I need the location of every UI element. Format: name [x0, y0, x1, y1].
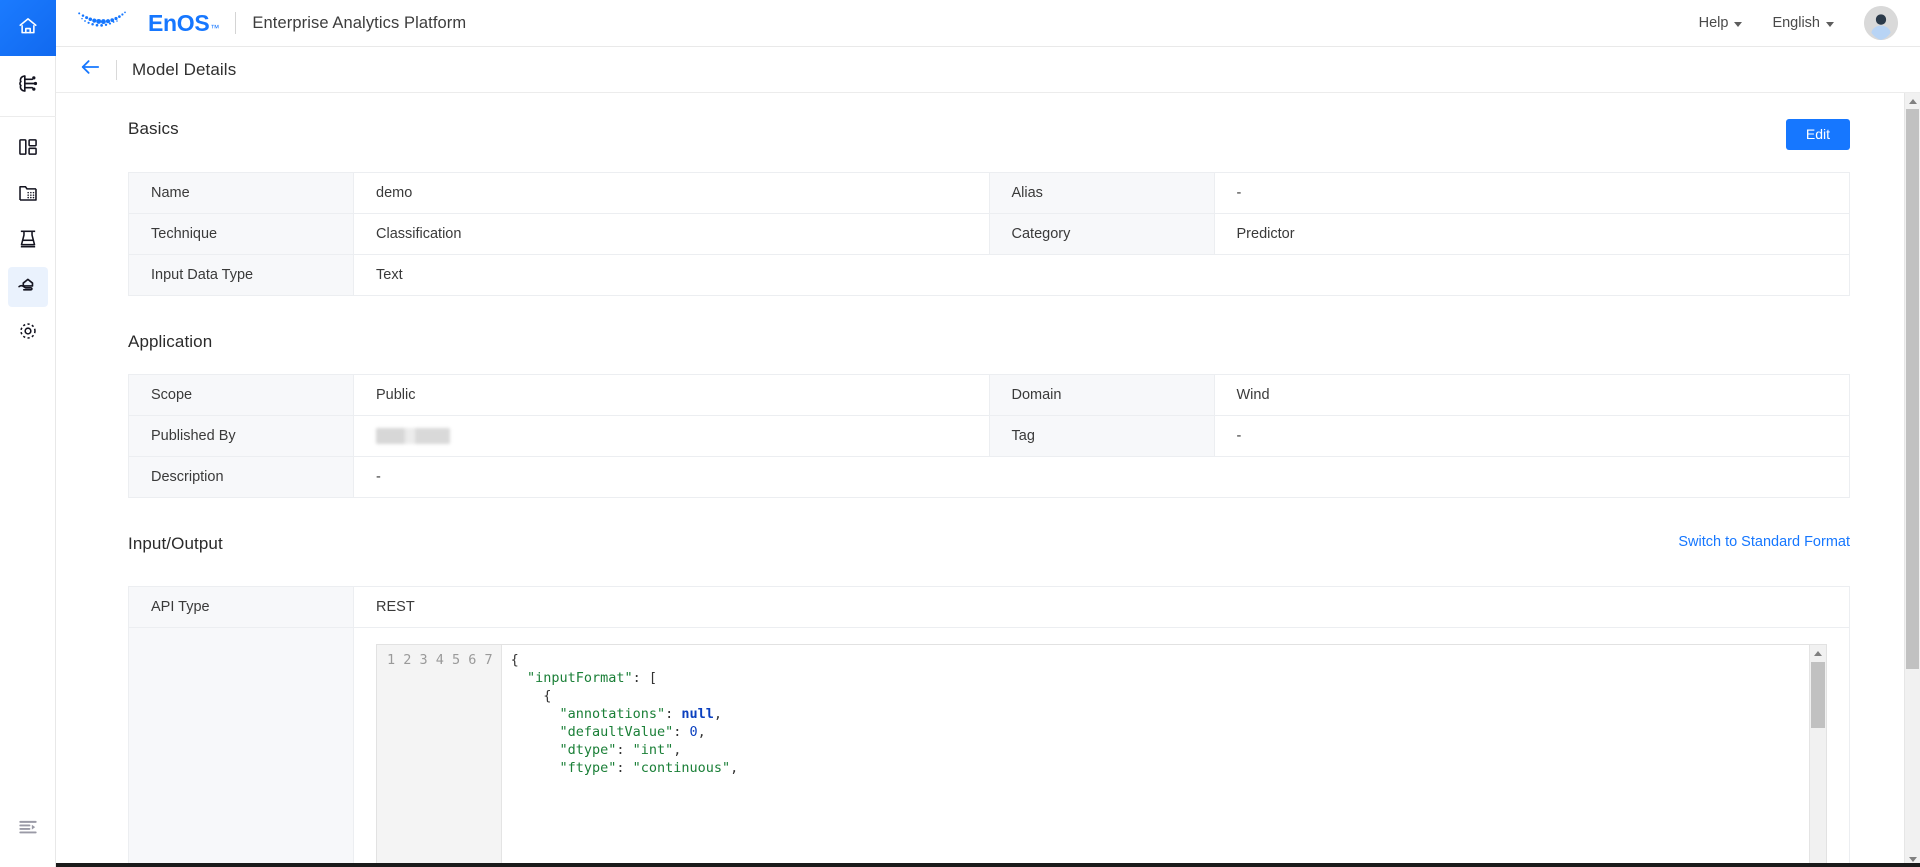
flask-icon — [17, 228, 39, 255]
basics-label-category: Category — [989, 214, 1214, 255]
input-output-section-header: Input/Output Switch to Standard Format — [128, 534, 1850, 564]
code-cell: 1 2 3 4 5 6 7 { "inputFormat": [ { "anno… — [354, 628, 1850, 867]
left-nav-rail — [0, 0, 56, 867]
basics-label-technique: Technique — [129, 214, 354, 255]
home-icon — [17, 15, 39, 42]
basics-value-name: demo — [354, 173, 990, 214]
basics-label-alias: Alias — [989, 173, 1214, 214]
table-row: Description - — [129, 457, 1850, 498]
main-column: EnOS ™ Enterprise Analytics Platform Hel… — [56, 0, 1920, 867]
application-value-scope: Public — [354, 375, 990, 416]
body-wrapper: Basics Edit Name demo Alias - — [56, 93, 1920, 867]
application-label-description: Description — [129, 457, 354, 498]
bottom-edge — [0, 863, 1920, 867]
switch-to-standard-format-link[interactable]: Switch to Standard Format — [1678, 534, 1850, 550]
collapse-sidebar-icon — [17, 816, 39, 843]
language-label: English — [1772, 15, 1820, 31]
basics-label-input-data-type: Input Data Type — [129, 255, 354, 296]
collapse-sidebar-button[interactable] — [8, 809, 48, 849]
application-title: Application — [128, 332, 1850, 352]
sidebar-item-data-folder[interactable] — [8, 175, 48, 215]
redacted-value — [376, 428, 450, 444]
code-scrollbar[interactable] — [1809, 645, 1826, 867]
sidebar-item-home[interactable] — [0, 0, 56, 56]
page-scrollbar[interactable] — [1904, 93, 1920, 867]
page-header-divider — [116, 60, 117, 80]
page-title: Model Details — [132, 60, 236, 80]
chevron-down-icon — [1734, 22, 1742, 27]
sidebar-item-model-serving[interactable] — [8, 267, 48, 307]
input-output-title: Input/Output — [128, 534, 223, 554]
basics-section-header: Basics Edit — [128, 119, 1850, 150]
enos-logo-icon — [76, 8, 138, 39]
dashboard-icon — [17, 136, 39, 163]
application-value-domain: Wind — [1214, 375, 1850, 416]
sidebar-item-settings[interactable] — [8, 313, 48, 353]
edit-button[interactable]: Edit — [1786, 119, 1850, 150]
sidebar-divider — [0, 116, 56, 117]
table-row: Scope Public Domain Wind — [129, 375, 1850, 416]
top-bar: EnOS ™ Enterprise Analytics Platform Hel… — [56, 0, 1920, 47]
application-value-tag: - — [1214, 416, 1850, 457]
basics-table: Name demo Alias - Technique Classificati… — [128, 172, 1850, 296]
brand-divider — [235, 12, 236, 34]
scroll-content: Basics Edit Name demo Alias - — [56, 93, 1904, 867]
page-scrollbar-thumb[interactable] — [1906, 109, 1919, 669]
basics-title: Basics — [128, 119, 179, 139]
sidebar-items — [0, 66, 55, 353]
product-name: Enterprise Analytics Platform — [252, 14, 466, 33]
brand-name-en: EnOS — [148, 10, 209, 37]
triangle-down-icon — [1909, 857, 1917, 862]
application-table: Scope Public Domain Wind Published By — [128, 374, 1850, 498]
avatar[interactable] — [1864, 6, 1898, 40]
language-menu[interactable]: English — [1772, 15, 1834, 31]
triangle-up-icon — [1909, 99, 1917, 104]
brand-trademark: ™ — [210, 23, 219, 33]
table-row: Technique Classification Category Predic… — [129, 214, 1850, 255]
basics-value-technique: Classification — [354, 214, 990, 255]
application-label-domain: Domain — [989, 375, 1214, 416]
table-row: 1 2 3 4 5 6 7 { "inputFormat": [ { "anno… — [129, 628, 1850, 867]
sidebar-item-lab[interactable] — [8, 221, 48, 261]
app-root: EnOS ™ Enterprise Analytics Platform Hel… — [0, 0, 1920, 867]
application-label-tag: Tag — [989, 416, 1214, 457]
code-line-numbers: 1 2 3 4 5 6 7 — [377, 645, 502, 867]
code-scrollbar-thumb[interactable] — [1811, 662, 1825, 728]
chevron-down-icon — [1826, 22, 1834, 27]
neural-network-icon — [16, 72, 39, 100]
table-row: Published By Tag - — [129, 416, 1850, 457]
basics-value-alias: - — [1214, 173, 1850, 214]
triangle-up-icon — [1814, 651, 1822, 656]
input-output-table: API Type REST 1 2 3 4 5 6 7 { "inputForm… — [128, 586, 1850, 867]
table-row: Input Data Type Text — [129, 255, 1850, 296]
data-folder-icon — [17, 182, 39, 209]
api-type-value: REST — [354, 587, 1850, 628]
basics-label-name: Name — [129, 173, 354, 214]
help-menu[interactable]: Help — [1699, 15, 1743, 31]
application-value-description: - — [354, 457, 1850, 498]
table-row: API Type REST — [129, 587, 1850, 628]
api-type-label: API Type — [129, 587, 354, 628]
json-code-editor[interactable]: 1 2 3 4 5 6 7 { "inputFormat": [ { "anno… — [376, 644, 1827, 867]
arrow-left-icon — [80, 58, 100, 81]
basics-value-input-data-type: Text — [354, 255, 1850, 296]
brand[interactable]: EnOS ™ — [76, 8, 219, 39]
gear-icon — [17, 320, 39, 347]
application-label-scope: Scope — [129, 375, 354, 416]
basics-value-category: Predictor — [1214, 214, 1850, 255]
page-scroll-up-button[interactable] — [1905, 93, 1920, 109]
sidebar-item-dashboard[interactable] — [8, 129, 48, 169]
top-menu: Help English — [1699, 15, 1834, 31]
code-scroll-up-button[interactable] — [1810, 645, 1826, 662]
code-content[interactable]: { "inputFormat": [ { "annotations": null… — [502, 645, 1826, 867]
code-row-label — [129, 628, 354, 867]
model-serving-icon — [16, 273, 39, 301]
table-row: Name demo Alias - — [129, 173, 1850, 214]
sidebar-item-ai-model[interactable] — [8, 66, 48, 106]
back-button[interactable] — [80, 56, 106, 83]
page-header: Model Details — [56, 47, 1920, 93]
application-value-published-by — [354, 416, 990, 457]
help-label: Help — [1699, 15, 1729, 31]
application-label-published-by: Published By — [129, 416, 354, 457]
